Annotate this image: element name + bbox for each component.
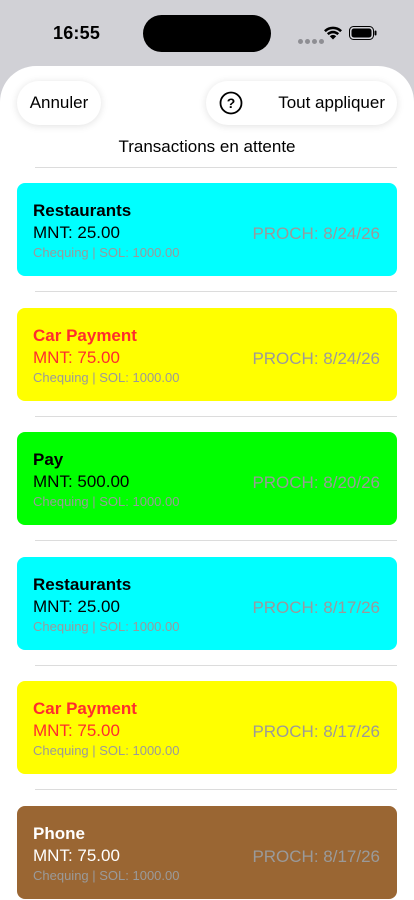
transaction-name: Pay [33,450,64,470]
list-item: Car Payment MNT: 75.00 Chequing | SOL: 1… [0,681,414,806]
transaction-account: Chequing | SOL: 1000.00 [33,867,180,883]
transaction-account: Chequing | SOL: 1000.00 [33,369,180,385]
transaction-amount: MNT: 75.00 [33,845,120,865]
transaction-amount: MNT: 500.00 [33,472,130,492]
transaction-card[interactable]: Pay MNT: 500.00 Chequing | SOL: 1000.00 … [17,432,397,526]
divider [35,540,397,542]
sheet-title: Transactions en attente [118,137,296,156]
list-item: Phone MNT: 75.00 Chequing | SOL: 1000.00… [0,805,414,900]
divider [35,664,397,666]
apply-all-button[interactable]: Tout appliquer [278,93,385,113]
transaction-account: Chequing | SOL: 1000.00 [33,245,180,260]
dynamic-island [143,15,271,52]
list-item: Restaurants MNT: 25.00 Chequing | SOL: 1… [0,183,414,308]
list-item: Restaurants MNT: 25.00 Chequing | SOL: 1… [0,556,414,682]
transaction-name: Restaurants [33,574,132,594]
transaction-amount: MNT: 75.00 [33,721,120,741]
header-actions-group: ? Tout appliquer [206,81,397,125]
transaction-amount: MNT: 75.00 [33,347,120,367]
divider [35,167,397,168]
transaction-amount: MNT: 25.00 [33,596,120,616]
transaction-card[interactable]: Restaurants MNT: 25.00 Chequing | SOL: 1… [17,556,397,650]
transaction-next-date: PROCH: 8/17/26 [252,722,380,742]
divider [35,415,397,417]
cancel-button-label: Annuler [29,93,89,112]
list-item: Car Payment MNT: 75.00 Chequing | SOL: 1… [0,307,414,433]
transaction-card[interactable]: Phone MNT: 75.00 Chequing | SOL: 1000.00… [17,805,397,899]
cancel-button[interactable]: Annuler [17,81,101,125]
list-item: Pay MNT: 500.00 Chequing | SOL: 1000.00 … [0,432,414,557]
transaction-list: Restaurants MNT: 25.00 Chequing | SOL: 1… [0,183,414,900]
transaction-name: Restaurants [33,201,132,220]
transaction-account: Chequing | SOL: 1000.00 [33,743,180,759]
transaction-name: Car Payment [33,325,137,345]
transaction-next-date: PROCH: 8/24/26 [252,348,380,368]
transaction-card[interactable]: Car Payment MNT: 75.00 Chequing | SOL: 1… [17,681,397,775]
wifi-icon [323,25,343,45]
transaction-card[interactable]: Restaurants MNT: 25.00 Chequing | SOL: 1… [17,183,397,276]
status-bar: 16:55 [0,0,414,66]
transaction-name: Phone [33,823,85,843]
divider [35,291,397,292]
transaction-next-date: PROCH: 8/24/26 [252,224,380,243]
battery-icon [349,26,377,45]
help-icon[interactable]: ? [219,91,243,120]
transaction-account: Chequing | SOL: 1000.00 [33,494,180,510]
transaction-next-date: PROCH: 8/17/26 [252,846,380,866]
pending-transactions-sheet: Annuler ? Tout appliquer Transactions en… [0,66,414,900]
help-icon-glyph: ? [227,95,236,111]
cellular-signal-icon [298,31,326,49]
transaction-name: Car Payment [33,699,137,719]
transaction-next-date: PROCH: 8/20/26 [252,473,380,493]
transaction-next-date: PROCH: 8/17/26 [252,597,380,617]
divider [35,789,397,791]
transaction-account: Chequing | SOL: 1000.00 [33,618,180,634]
transaction-card[interactable]: Car Payment MNT: 75.00 Chequing | SOL: 1… [17,307,397,401]
status-time: 16:55 [53,23,101,43]
transaction-amount: MNT: 25.00 [33,223,120,242]
